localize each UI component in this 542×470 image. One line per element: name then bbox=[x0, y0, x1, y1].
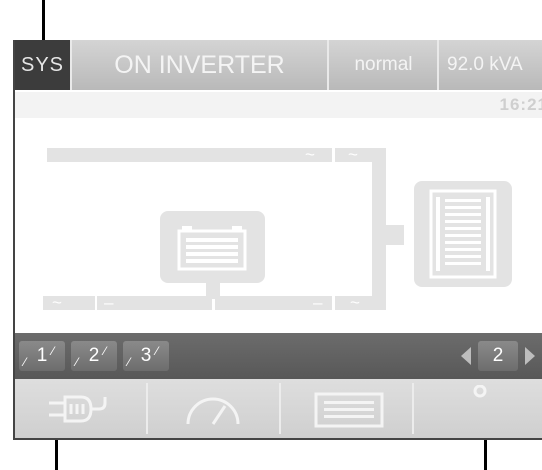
next-screen-arrow[interactable] bbox=[525, 347, 535, 365]
dc-symbol: – bbox=[313, 293, 323, 312]
battery-icon bbox=[177, 226, 247, 271]
dc-line bbox=[97, 296, 212, 310]
mimic-diagram: ~ ~ ~ – – ~ bbox=[15, 118, 542, 333]
header-divider bbox=[327, 40, 329, 90]
ac-symbol: ~ bbox=[348, 145, 358, 164]
gauge-icon bbox=[186, 397, 240, 425]
page-button-1[interactable]: ⁄ 1 ⁄ bbox=[19, 341, 65, 371]
plug-icon bbox=[49, 395, 107, 423]
operating-mode: ON INVERTER bbox=[114, 51, 285, 79]
page-button-label: 2 bbox=[88, 345, 100, 366]
sys-button[interactable]: SYS bbox=[15, 40, 70, 90]
ac-symbol: ~ bbox=[305, 145, 315, 164]
clock: 16:21 bbox=[499, 95, 542, 114]
page-button-label: 3 bbox=[140, 345, 152, 366]
screen-page-indicator: 2 bbox=[478, 341, 518, 371]
load-icon bbox=[429, 189, 497, 279]
list-icon bbox=[314, 392, 384, 428]
time-bar: 16:21 bbox=[15, 92, 542, 118]
dc-symbol: – bbox=[104, 293, 114, 312]
input-line bbox=[43, 296, 95, 310]
menu-item-more[interactable] bbox=[414, 379, 542, 438]
page-button-label: 1 bbox=[36, 345, 48, 366]
ac-symbol: ~ bbox=[350, 293, 360, 312]
ac-symbol: ~ bbox=[52, 293, 62, 312]
menu-item-measurements[interactable] bbox=[148, 379, 278, 438]
main-menu bbox=[15, 379, 542, 438]
menu-item-power[interactable] bbox=[15, 379, 145, 438]
output-power: 92.0 kVA bbox=[447, 54, 523, 75]
status-text: normal bbox=[354, 54, 413, 75]
previous-screen-arrow[interactable] bbox=[461, 347, 471, 365]
more-icon bbox=[473, 385, 487, 398]
ups-display: SYS ON INVERTER normal 92.0 kVA 16:21 ~ … bbox=[13, 40, 542, 440]
page-bar: ⁄ 1 ⁄ ⁄ 2 ⁄ ⁄ 3 ⁄ 2 bbox=[15, 333, 542, 379]
load-connection bbox=[372, 225, 404, 245]
bypass-line bbox=[47, 148, 332, 162]
status-header: SYS ON INVERTER normal 92.0 kVA bbox=[15, 40, 542, 90]
battery-link bbox=[206, 283, 220, 299]
page-button-3[interactable]: ⁄ 3 ⁄ bbox=[123, 341, 169, 371]
page-button-2[interactable]: ⁄ 2 ⁄ bbox=[71, 341, 117, 371]
menu-item-events[interactable] bbox=[281, 379, 411, 438]
